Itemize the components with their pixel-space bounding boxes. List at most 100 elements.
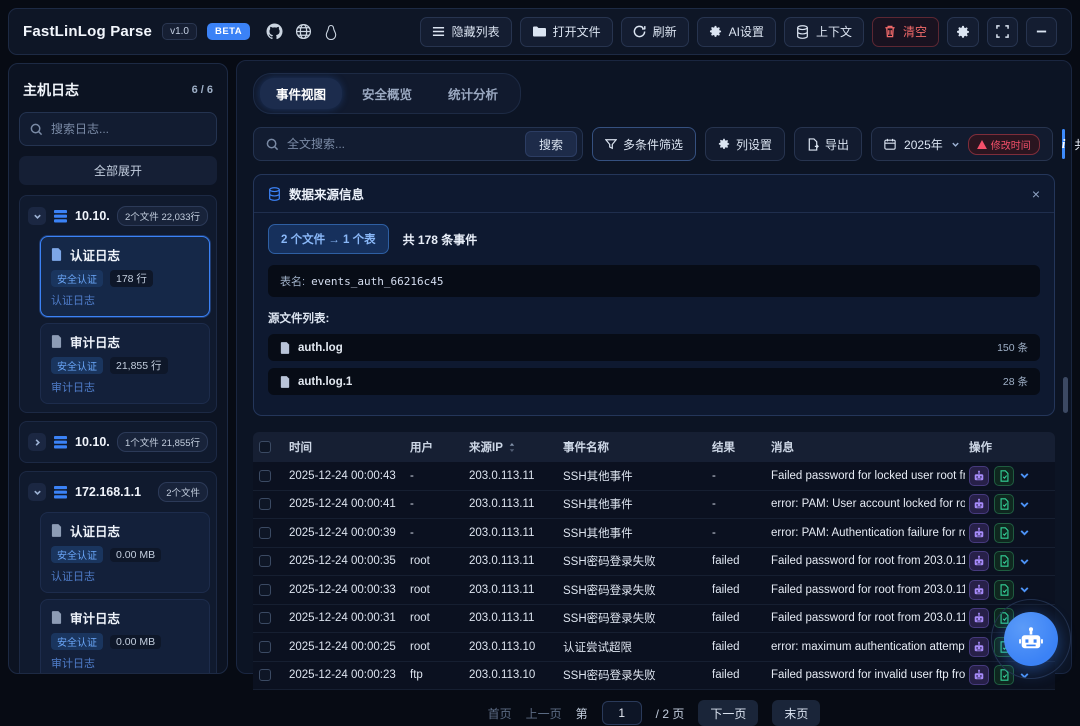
search-button[interactable]: 搜索: [525, 131, 577, 157]
raw-log-button[interactable]: [994, 523, 1014, 543]
export-button[interactable]: 导出: [794, 127, 862, 161]
raw-log-button[interactable]: [994, 551, 1014, 571]
table-row[interactable]: 2025-12-24 00:00:33 root 203.0.113.11 SS…: [253, 576, 1055, 605]
hide-list-button[interactable]: 隐藏列表: [420, 17, 512, 47]
table-row[interactable]: 2025-12-24 00:00:35 root 203.0.113.11 SS…: [253, 548, 1055, 577]
source-file-item[interactable]: auth.log 150 条: [268, 334, 1040, 361]
sidebar-search-input[interactable]: [51, 122, 206, 136]
cell-result: -: [712, 527, 767, 539]
row-checkbox[interactable]: [259, 584, 271, 596]
row-checkbox[interactable]: [259, 527, 271, 539]
server-icon: [53, 210, 68, 223]
prev-page-button[interactable]: 上一页: [526, 705, 562, 722]
table-row[interactable]: 2025-12-24 00:00:41 - 203.0.113.11 SSH其他…: [253, 491, 1055, 520]
next-page-button[interactable]: 下一页: [698, 700, 758, 726]
page-number-input[interactable]: [602, 701, 642, 725]
file-meta: 0.00 MB: [110, 635, 161, 649]
host-row[interactable]: 10.10.10.49 2个文件 22,033行: [26, 202, 210, 230]
ai-analyze-button[interactable]: [969, 466, 989, 486]
year-select[interactable]: 2025年 修改时间: [871, 127, 1053, 161]
expand-row-chevron[interactable]: [1019, 556, 1030, 567]
sort-icon[interactable]: [507, 442, 516, 453]
info-button[interactable]: i: [1062, 129, 1066, 159]
row-checkbox[interactable]: [259, 555, 271, 567]
open-file-button[interactable]: 打开文件: [520, 17, 613, 47]
row-actions: [969, 551, 1049, 571]
log-file-item[interactable]: 审计日志 安全认证 0.00 MB 审计日志: [40, 599, 210, 674]
tab-security-overview[interactable]: 安全概览: [346, 78, 428, 109]
raw-log-button[interactable]: [994, 580, 1014, 600]
expand-row-chevron[interactable]: [1019, 584, 1030, 595]
row-checkbox[interactable]: [259, 470, 271, 482]
tab-event-view[interactable]: 事件视图: [260, 78, 342, 109]
expand-row-chevron[interactable]: [1019, 527, 1030, 538]
fullscreen-button[interactable]: [987, 17, 1018, 47]
minimize-button[interactable]: [1026, 17, 1057, 47]
cell-time: 2025-12-24 00:00:35: [289, 555, 406, 567]
file-icon: [51, 524, 62, 537]
time-warning-badge: 修改时间: [968, 134, 1040, 155]
ai-settings-button[interactable]: AI设置: [697, 17, 776, 47]
cell-result: failed: [712, 612, 767, 624]
cell-message: error: PAM: User account locked for root…: [771, 498, 965, 510]
version-badge: v1.0: [162, 23, 197, 40]
chevron-right-icon[interactable]: [28, 433, 46, 451]
minimize-icon: [1035, 25, 1048, 38]
raw-log-button[interactable]: [994, 665, 1014, 685]
chevron-down-icon[interactable]: [28, 207, 46, 225]
raw-log-button[interactable]: [994, 494, 1014, 514]
ai-analyze-button[interactable]: [969, 665, 989, 685]
settings-button[interactable]: [947, 17, 979, 47]
host-row[interactable]: 172.168.1.1 2个文件: [26, 478, 210, 506]
column-settings-button[interactable]: 列设置: [705, 127, 785, 161]
row-checkbox[interactable]: [259, 641, 271, 653]
table-row[interactable]: 2025-12-24 00:00:25 root 203.0.113.10 认证…: [253, 633, 1055, 662]
refresh-button[interactable]: 刷新: [621, 17, 689, 47]
ai-analyze-button[interactable]: [969, 523, 989, 543]
log-file-item[interactable]: 认证日志 安全认证 0.00 MB 认证日志: [40, 512, 210, 593]
ai-analyze-button[interactable]: [969, 580, 989, 600]
table-row[interactable]: 2025-12-24 00:00:23 ftp 203.0.113.10 SSH…: [253, 662, 1055, 691]
close-icon[interactable]: ×: [1032, 187, 1040, 201]
row-checkbox[interactable]: [259, 669, 271, 681]
expand-row-chevron[interactable]: [1019, 470, 1030, 481]
source-file-item[interactable]: auth.log.1 28 条: [268, 368, 1040, 395]
cell-ip: 203.0.113.11: [469, 470, 559, 482]
last-page-button[interactable]: 末页: [772, 700, 820, 726]
ai-analyze-button[interactable]: [969, 608, 989, 628]
expand-all-button[interactable]: 全部展开: [19, 156, 217, 185]
first-page-button[interactable]: 首页: [488, 705, 512, 722]
datasource-panel: 数据来源信息 × 2 个文件 → 1 个表 共 178 条事件 表名: even…: [253, 174, 1055, 416]
table-row[interactable]: 2025-12-24 00:00:31 root 203.0.113.11 SS…: [253, 605, 1055, 634]
context-button[interactable]: 上下文: [784, 17, 864, 47]
github-icon[interactable]: [266, 23, 283, 40]
host-row[interactable]: 10.10.10.50 1个文件 21,855行: [26, 428, 210, 456]
row-checkbox[interactable]: [259, 498, 271, 510]
ai-analyze-button[interactable]: [969, 637, 989, 657]
table-scrollbar-thumb[interactable]: [1063, 377, 1068, 413]
linux-icon[interactable]: [324, 24, 338, 40]
log-file-item[interactable]: 认证日志 安全认证 178 行 认证日志: [40, 236, 210, 317]
expand-row-chevron[interactable]: [1019, 670, 1030, 681]
table-row[interactable]: 2025-12-24 00:00:39 - 203.0.113.11 SSH其他…: [253, 519, 1055, 548]
fulltext-search-input[interactable]: [287, 137, 517, 151]
tab-statistics[interactable]: 统计分析: [432, 78, 514, 109]
ai-analyze-button[interactable]: [969, 494, 989, 514]
multi-filter-button[interactable]: 多条件筛选: [592, 127, 696, 161]
fulltext-search[interactable]: 搜索: [253, 127, 583, 161]
table-row[interactable]: 2025-12-24 00:00:43 - 203.0.113.11 SSH其他…: [253, 462, 1055, 491]
log-file-item[interactable]: 审计日志 安全认证 21,855 行 审计日志: [40, 323, 210, 404]
row-checkbox[interactable]: [259, 612, 271, 624]
globe-icon[interactable]: [295, 23, 312, 40]
list-icon: [432, 25, 445, 38]
expand-row-chevron[interactable]: [1019, 499, 1030, 510]
chevron-down-icon[interactable]: [28, 483, 46, 501]
col-message: 消息: [771, 439, 965, 455]
ai-analyze-button[interactable]: [969, 551, 989, 571]
cell-time: 2025-12-24 00:00:43: [289, 470, 406, 482]
clear-button[interactable]: 清空: [872, 17, 939, 47]
raw-log-button[interactable]: [994, 466, 1014, 486]
select-all-checkbox[interactable]: [259, 441, 271, 453]
ai-assistant-fab[interactable]: [1004, 612, 1058, 666]
sidebar-search[interactable]: [19, 112, 217, 146]
